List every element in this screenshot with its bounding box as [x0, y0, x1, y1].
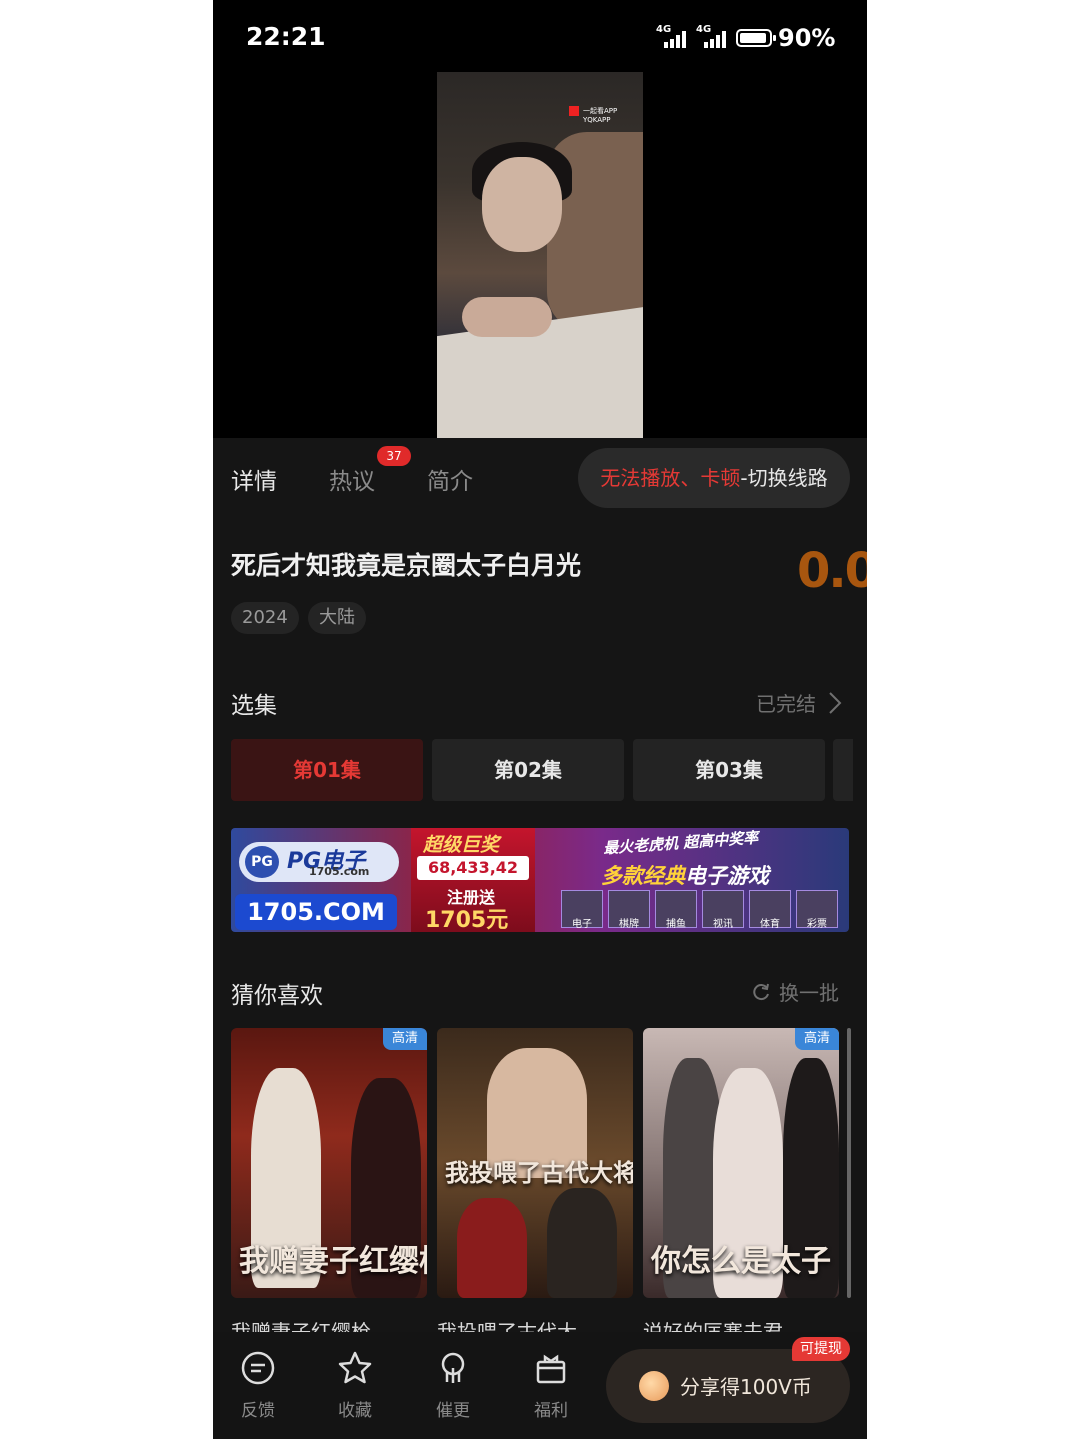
poster-title: 你怎么是太子 — [651, 1244, 831, 1279]
tab-intro[interactable]: 简介 — [427, 462, 473, 496]
urge-icon — [418, 1350, 488, 1390]
drama-score: 0.0 — [797, 543, 867, 599]
tab-detail[interactable]: 详情 — [231, 462, 277, 496]
ad-banner[interactable]: PG PG电子 1705.com 1705.COM 超级巨奖 68,433,42 … — [231, 828, 849, 932]
tag-year: 2024 — [231, 602, 299, 634]
recommend-card-peek — [847, 1028, 851, 1298]
chevron-right-icon — [828, 691, 842, 720]
hd-badge: 高清 — [383, 1028, 427, 1050]
phone-screen: 22:21 4G 4G 90% 一起看APP YQKAPP 详情 热议 37 简 — [213, 0, 867, 1439]
episode-01-button[interactable]: 第01集 — [231, 739, 423, 801]
status-bar: 22:21 4G 4G 90% — [213, 0, 867, 72]
video-watermark: 一起看APP YQKAPP — [569, 106, 617, 124]
episode-02-button[interactable]: 第02集 — [432, 739, 624, 801]
nav-favorite[interactable]: 收藏 — [320, 1350, 390, 1421]
video-player[interactable]: 一起看APP YQKAPP — [213, 72, 867, 438]
withdraw-badge: 可提现 — [792, 1337, 850, 1361]
feedback-icon — [223, 1350, 293, 1390]
switch-line-button[interactable]: 无法播放、卡顿-切换线路 — [578, 448, 850, 508]
status-time: 22:21 — [246, 22, 326, 51]
episodes-title: 选集 — [231, 693, 277, 719]
share-reward-button[interactable]: 分享得100V币 可提现 — [606, 1337, 850, 1423]
recommend-name: 我赠妻子红缨枪 — [231, 1320, 371, 1332]
recommend-name: 说好的匡寨夫君 — [643, 1320, 783, 1332]
recommend-card[interactable]: 高清 我赠妻子红缨枪 — [231, 1028, 427, 1298]
gift-icon — [516, 1350, 586, 1390]
poster-title: 我赠妻子红缨枪 — [239, 1244, 427, 1279]
recommend-card[interactable]: 我投喂了古代大将军 — [437, 1028, 633, 1298]
refresh-button[interactable]: 换一批 — [751, 977, 839, 1007]
recommend-name: 我投喂了古代大 — [437, 1320, 577, 1332]
hd-badge: 高清 — [795, 1028, 839, 1050]
star-icon — [320, 1350, 390, 1390]
recommend-card[interactable]: 高清 你怎么是太子 — [643, 1028, 839, 1298]
episode-03-button[interactable]: 第03集 — [633, 739, 825, 801]
battery-percent: 90% — [778, 24, 836, 52]
ad-site: 1705.COM — [235, 894, 397, 930]
tab-discussion[interactable]: 热议 — [329, 462, 375, 496]
episode-more-peek[interactable] — [833, 739, 853, 801]
ad-jackpot: 超级巨奖 68,433,42 注册送 1705元 — [411, 828, 535, 932]
bottom-bar: 反馈 收藏 催更 福利 分享得100V币 可提现 — [213, 1332, 867, 1439]
refresh-icon — [751, 982, 771, 1007]
ad-headline-1: 最火老虎机 超高中奖率 — [602, 828, 759, 858]
signal-icon: 4G — [656, 24, 688, 48]
detail-tabs: 详情 热议 37 简介 无法播放、卡顿-切换线路 — [213, 438, 867, 516]
drama-title: 死后才知我竟是京圈太子白月光 — [231, 551, 582, 580]
nav-urge[interactable]: 催更 — [418, 1350, 488, 1421]
ad-game-list: 电子 棋牌 捕鱼 视讯 体育 彩票 — [561, 890, 845, 930]
recommend-title: 猜你喜欢 — [231, 983, 323, 1009]
nav-welfare[interactable]: 福利 — [516, 1350, 586, 1421]
coin-icon — [639, 1371, 669, 1401]
tag-region: 大陆 — [308, 602, 366, 634]
nav-feedback[interactable]: 反馈 — [223, 1350, 293, 1421]
poster-title: 我投喂了古代大将军 — [445, 1158, 633, 1187]
battery-icon — [736, 29, 776, 47]
episodes-status-link[interactable]: 已完结 — [756, 688, 842, 720]
ad-brand-logo: PG PG电子 1705.com — [239, 842, 399, 882]
ad-headline-2: 多款经典电子游戏 — [601, 864, 769, 888]
signal-icon-2: 4G — [696, 24, 728, 48]
video-frame: 一起看APP YQKAPP — [437, 72, 643, 438]
discussion-count-badge: 37 — [377, 446, 411, 466]
